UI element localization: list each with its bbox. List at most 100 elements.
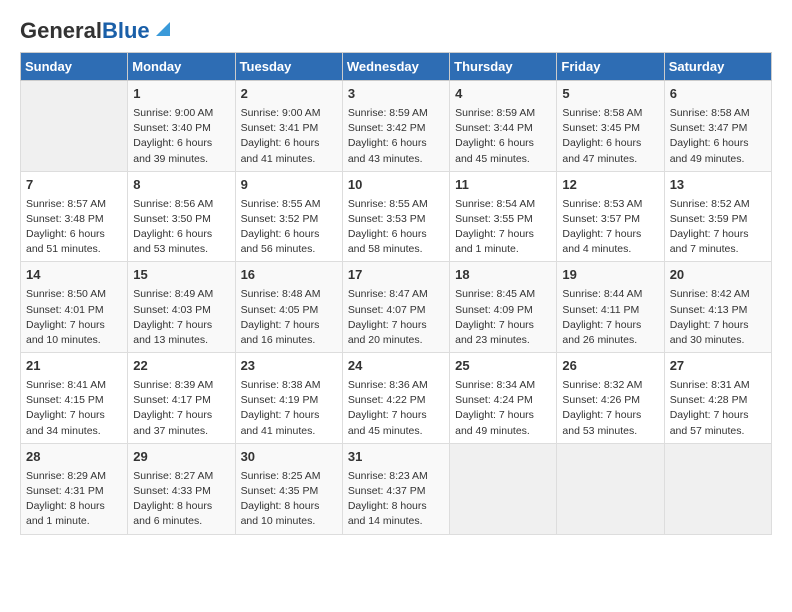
calendar-cell: 14Sunrise: 8:50 AMSunset: 4:01 PMDayligh… [21,262,128,353]
calendar-cell: 10Sunrise: 8:55 AMSunset: 3:53 PMDayligh… [342,171,449,262]
day-number: 10 [348,176,444,195]
calendar-cell: 23 Sunrise: 8:38 AMSunset: 4:19 PMDayligh… [235,353,342,444]
calendar-cell: 22Sunrise: 8:39 AMSunset: 4:17 PMDayligh… [128,353,235,444]
calendar-cell: 28 Sunrise: 8:29 AMSunset: 4:31 PMDayligh… [21,443,128,534]
day-number: 17 [348,266,444,285]
calendar-cell [664,443,771,534]
calendar-cell: 20 Sunrise: 8:42 AMSunset: 4:13 PMDayligh… [664,262,771,353]
day-number: 3 [348,85,444,104]
day-number: 29 [133,448,229,467]
calendar-cell: 6 Sunrise: 8:58 AMSunset: 3:47 PMDaylight… [664,81,771,172]
calendar-week-row: 28 Sunrise: 8:29 AMSunset: 4:31 PMDayligh… [21,443,772,534]
calendar-cell: 2Sunrise: 9:00 AMSunset: 3:41 PMDaylight… [235,81,342,172]
calendar-cell: 29 Sunrise: 8:27 AMSunset: 4:33 PMDayligh… [128,443,235,534]
day-info: Sunrise: 8:57 AMSunset: 3:48 PMDaylight:… [26,197,122,258]
header-day-wednesday: Wednesday [342,53,449,81]
calendar-cell: 26Sunrise: 8:32 AMSunset: 4:26 PMDayligh… [557,353,664,444]
calendar-cell [21,81,128,172]
calendar-cell: 12Sunrise: 8:53 AMSunset: 3:57 PMDayligh… [557,171,664,262]
day-info: Sunrise: 8:55 AMSunset: 3:52 PMDaylight:… [241,197,337,258]
day-info: Sunrise: 8:53 AMSunset: 3:57 PMDaylight:… [562,197,658,258]
calendar-cell: 3 Sunrise: 8:59 AMSunset: 3:42 PMDaylight… [342,81,449,172]
day-info: Sunrise: 8:25 AMSunset: 4:35 PMDaylight:… [241,469,337,530]
day-info: Sunrise: 8:48 AMSunset: 4:05 PMDaylight:… [241,287,337,348]
logo: GeneralBlue [20,20,174,42]
page-header: GeneralBlue [20,20,772,42]
day-number: 15 [133,266,229,285]
day-info: Sunrise: 8:54 AMSunset: 3:55 PMDaylight:… [455,197,551,258]
day-info: Sunrise: 8:23 AMSunset: 4:37 PMDaylight:… [348,469,444,530]
header-day-thursday: Thursday [450,53,557,81]
day-number: 13 [670,176,766,195]
day-info: Sunrise: 8:31 AMSunset: 4:28 PMDaylight:… [670,378,766,439]
day-number: 14 [26,266,122,285]
calendar-cell: 24Sunrise: 8:36 AMSunset: 4:22 PMDayligh… [342,353,449,444]
day-info: Sunrise: 8:45 AMSunset: 4:09 PMDaylight:… [455,287,551,348]
calendar-cell: 16 Sunrise: 8:48 AMSunset: 4:05 PMDayligh… [235,262,342,353]
header-day-sunday: Sunday [21,53,128,81]
day-number: 16 [241,266,337,285]
day-number: 20 [670,266,766,285]
calendar-table: SundayMondayTuesdayWednesdayThursdayFrid… [20,52,772,535]
calendar-week-row: 14Sunrise: 8:50 AMSunset: 4:01 PMDayligh… [21,262,772,353]
day-number: 27 [670,357,766,376]
calendar-cell: 15Sunrise: 8:49 AMSunset: 4:03 PMDayligh… [128,262,235,353]
day-number: 24 [348,357,444,376]
day-info: Sunrise: 8:42 AMSunset: 4:13 PMDaylight:… [670,287,766,348]
calendar-cell: 18Sunrise: 8:45 AMSunset: 4:09 PMDayligh… [450,262,557,353]
calendar-cell: 21 Sunrise: 8:41 AMSunset: 4:15 PMDayligh… [21,353,128,444]
day-info: Sunrise: 8:52 AMSunset: 3:59 PMDaylight:… [670,197,766,258]
day-info: Sunrise: 8:27 AMSunset: 4:33 PMDaylight:… [133,469,229,530]
day-info: Sunrise: 8:56 AMSunset: 3:50 PMDaylight:… [133,197,229,258]
day-info: Sunrise: 8:44 AMSunset: 4:11 PMDaylight:… [562,287,658,348]
day-number: 31 [348,448,444,467]
calendar-cell: 9Sunrise: 8:55 AMSunset: 3:52 PMDaylight… [235,171,342,262]
header-day-tuesday: Tuesday [235,53,342,81]
day-info: Sunrise: 9:00 AMSunset: 3:40 PMDaylight:… [133,106,229,167]
day-info: Sunrise: 8:58 AMSunset: 3:47 PMDaylight:… [670,106,766,167]
header-day-friday: Friday [557,53,664,81]
day-number: 4 [455,85,551,104]
header-day-saturday: Saturday [664,53,771,81]
day-number: 1 [133,85,229,104]
calendar-header-row: SundayMondayTuesdayWednesdayThursdayFrid… [21,53,772,81]
day-info: Sunrise: 8:38 AMSunset: 4:19 PMDaylight:… [241,378,337,439]
day-number: 6 [670,85,766,104]
calendar-week-row: 7 Sunrise: 8:57 AMSunset: 3:48 PMDaylight… [21,171,772,262]
calendar-week-row: 21 Sunrise: 8:41 AMSunset: 4:15 PMDayligh… [21,353,772,444]
calendar-cell: 31 Sunrise: 8:23 AMSunset: 4:37 PMDayligh… [342,443,449,534]
calendar-cell: 25Sunrise: 8:34 AMSunset: 4:24 PMDayligh… [450,353,557,444]
day-number: 30 [241,448,337,467]
day-number: 26 [562,357,658,376]
calendar-cell: 30 Sunrise: 8:25 AMSunset: 4:35 PMDayligh… [235,443,342,534]
header-day-monday: Monday [128,53,235,81]
calendar-cell: 11 Sunrise: 8:54 AMSunset: 3:55 PMDayligh… [450,171,557,262]
logo-blue: Blue [102,18,150,43]
day-info: Sunrise: 8:47 AMSunset: 4:07 PMDaylight:… [348,287,444,348]
calendar-cell: 19 Sunrise: 8:44 AMSunset: 4:11 PMDayligh… [557,262,664,353]
day-info: Sunrise: 8:39 AMSunset: 4:17 PMDaylight:… [133,378,229,439]
day-number: 23 [241,357,337,376]
day-number: 5 [562,85,658,104]
day-number: 7 [26,176,122,195]
day-info: Sunrise: 8:34 AMSunset: 4:24 PMDaylight:… [455,378,551,439]
day-info: Sunrise: 8:58 AMSunset: 3:45 PMDaylight:… [562,106,658,167]
day-info: Sunrise: 8:41 AMSunset: 4:15 PMDaylight:… [26,378,122,439]
calendar-week-row: 1 Sunrise: 9:00 AMSunset: 3:40 PMDaylight… [21,81,772,172]
day-number: 8 [133,176,229,195]
day-number: 2 [241,85,337,104]
calendar-cell: 17 Sunrise: 8:47 AMSunset: 4:07 PMDayligh… [342,262,449,353]
day-number: 28 [26,448,122,467]
calendar-cell: 5 Sunrise: 8:58 AMSunset: 3:45 PMDaylight… [557,81,664,172]
day-info: Sunrise: 8:29 AMSunset: 4:31 PMDaylight:… [26,469,122,530]
logo-icon [152,18,174,40]
day-number: 21 [26,357,122,376]
calendar-cell: 8 Sunrise: 8:56 AMSunset: 3:50 PMDaylight… [128,171,235,262]
calendar-cell [450,443,557,534]
calendar-cell: 7 Sunrise: 8:57 AMSunset: 3:48 PMDaylight… [21,171,128,262]
day-info: Sunrise: 8:59 AMSunset: 3:42 PMDaylight:… [348,106,444,167]
logo-text: GeneralBlue [20,20,150,42]
day-number: 19 [562,266,658,285]
day-info: Sunrise: 8:59 AMSunset: 3:44 PMDaylight:… [455,106,551,167]
day-number: 11 [455,176,551,195]
